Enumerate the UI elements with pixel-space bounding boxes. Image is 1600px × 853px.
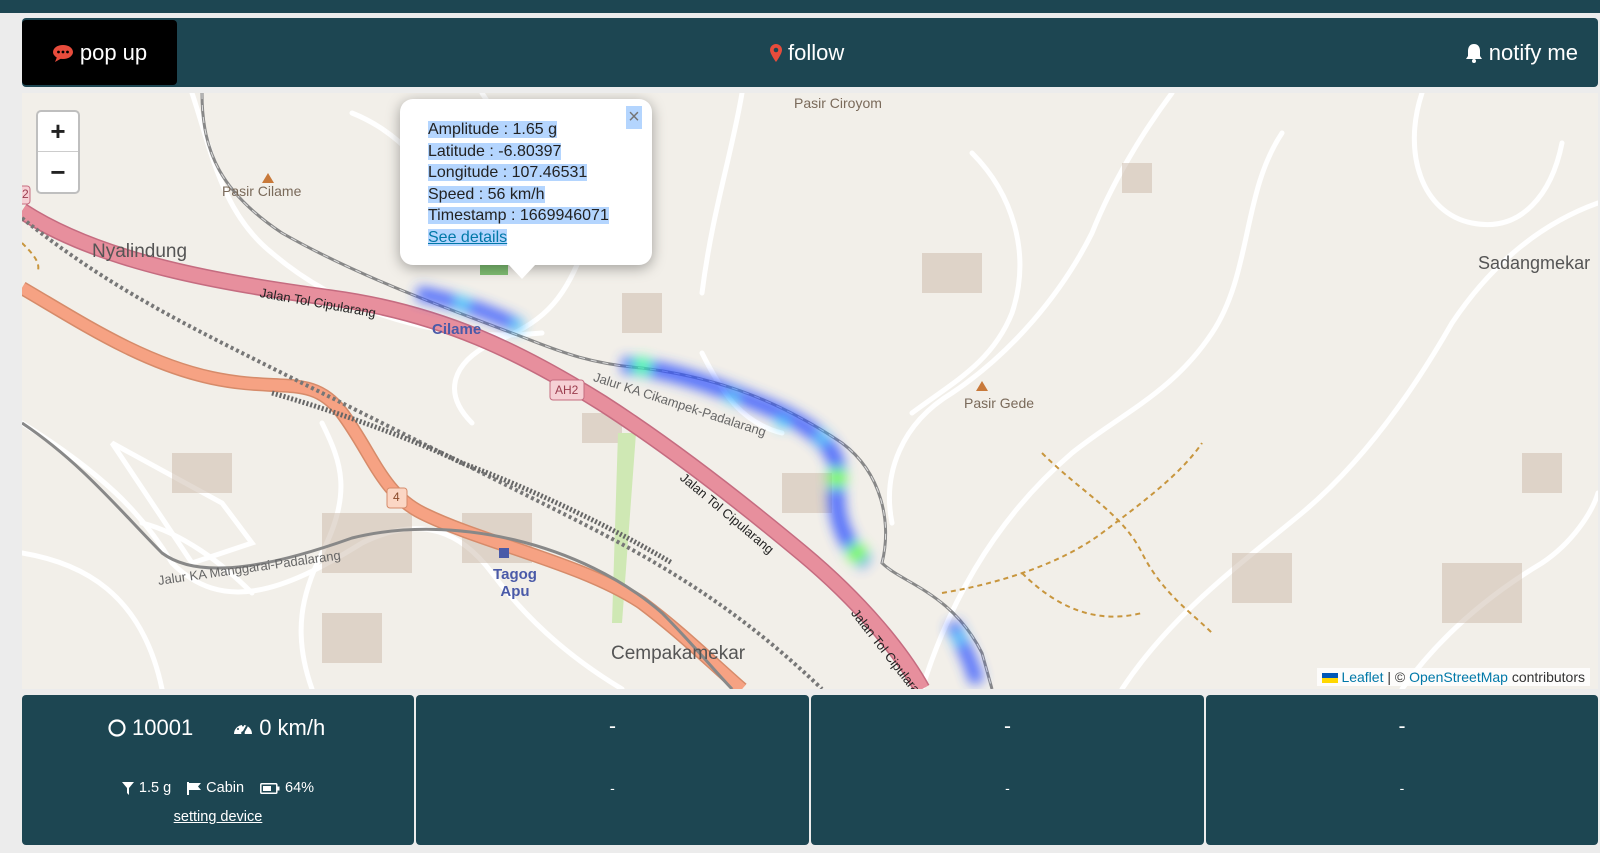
threshold-group: 1.5 g	[121, 780, 172, 796]
card4-big: -	[1398, 715, 1406, 738]
label-pasir-ciroyom: Pasir Ciroyom	[794, 95, 882, 111]
label-cempakamekar: Cempakamekar	[611, 643, 746, 664]
label-cilame: Cilame	[432, 321, 482, 338]
zoom-in-button[interactable]: +	[38, 112, 78, 152]
label-nyalindung: Nyalindung	[92, 241, 188, 262]
battery-value: 64%	[285, 780, 315, 796]
device-meta: 1.5 g Cabin 64%	[22, 780, 414, 796]
device-card-4: - -	[1206, 695, 1598, 845]
label-shield-4: 4	[393, 490, 400, 504]
label-sadangmekar: Sadangmekar	[1478, 253, 1591, 273]
follow-label: follow	[788, 39, 845, 65]
card2-small: -	[610, 780, 615, 796]
popup-button[interactable]: pop up	[22, 20, 177, 85]
map-marker-icon	[770, 43, 782, 62]
card4-small: -	[1399, 780, 1405, 796]
zoom-out-button[interactable]: −	[38, 152, 78, 192]
map-popup: × Amplitude : 1.65 g Latitude : -6.80397…	[400, 99, 652, 279]
zoom-control: + −	[36, 110, 80, 194]
top-navbar: pop up follow notify me	[22, 18, 1598, 87]
card2-big: -	[609, 715, 616, 738]
circle-icon	[108, 719, 126, 737]
attribution-separator: | ©	[1387, 669, 1406, 685]
notify-label: notify me	[1488, 39, 1578, 65]
popup-timestamp: Timestamp : 1669946071	[428, 207, 609, 224]
follow-button[interactable]: follow	[770, 20, 844, 85]
popup-speed: Speed : 56 km/h	[428, 185, 545, 203]
leaflet-link[interactable]: Leaflet	[1341, 669, 1383, 685]
openstreetmap-link[interactable]: OpenStreetMap	[1409, 669, 1508, 685]
attribution-contributors: contributors	[1511, 669, 1585, 685]
label-shield-ah2: AH2	[555, 383, 579, 397]
ukraine-flag-icon	[1322, 673, 1339, 684]
device-card: 10001 0 km/h 1.5 g Cabin 64% setting dev…	[22, 695, 414, 845]
notify-button[interactable]: notify me	[1465, 20, 1578, 85]
label-pasir-cilame: Pasir Cilame	[222, 183, 302, 199]
battery-icon	[260, 782, 280, 794]
label-shield-2: 2	[22, 187, 29, 201]
device-header: 10001 0 km/h	[108, 715, 325, 741]
card3-big: -	[1004, 715, 1011, 738]
device-speed-group: 0 km/h	[233, 715, 325, 741]
popup-latitude: Latitude : -6.80397	[428, 142, 562, 160]
device-card-2: - -	[416, 695, 809, 845]
bell-icon	[1465, 43, 1483, 63]
device-card-3: - -	[811, 695, 1204, 845]
threshold-value: 1.5 g	[138, 780, 172, 796]
popup-amplitude: Amplitude : 1.65 g	[428, 121, 557, 138]
device-id: 10001	[132, 715, 194, 740]
label-tagog-apu: Tagog Apu	[493, 566, 537, 600]
comment-icon	[52, 44, 74, 62]
popup-longitude: Longitude : 107.46531	[428, 164, 588, 181]
location-group: Cabin	[187, 780, 244, 796]
tachometer-icon	[233, 719, 253, 737]
map-attribution: Leaflet | © OpenStreetMap contributors	[1317, 668, 1590, 686]
see-details-link[interactable]: See details	[428, 228, 508, 246]
map-view[interactable]: + − Pasir Cilame Pasir Ciroyom Nyalindun…	[22, 93, 1598, 689]
card3-small: -	[1005, 780, 1010, 796]
battery-group: 64%	[260, 780, 314, 796]
device-speed: 0 km/h	[259, 715, 326, 740]
label-pasir-gede: Pasir Gede	[964, 395, 1035, 411]
top-strip	[0, 0, 1600, 13]
flag-icon	[187, 781, 202, 795]
popup-label: pop up	[79, 39, 148, 65]
filter-icon	[121, 781, 134, 795]
setting-device-link[interactable]: setting device	[22, 809, 414, 825]
popup-close-icon[interactable]: ×	[626, 106, 642, 129]
device-id-group: 10001	[108, 715, 193, 741]
location-value: Cabin	[206, 780, 245, 796]
